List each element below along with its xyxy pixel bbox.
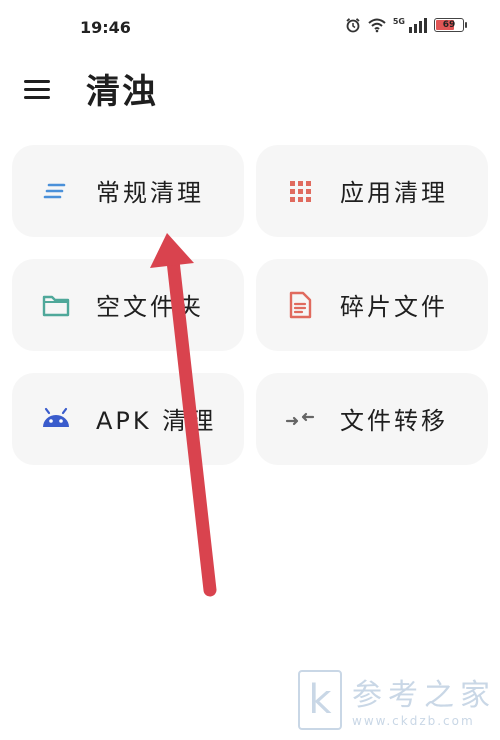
apk-clean-card[interactable]: APK 清理 xyxy=(12,373,244,465)
watermark-url: www.ckdzb.com xyxy=(352,714,475,728)
empty-folder-card[interactable]: 空文件夹 xyxy=(12,259,244,351)
wifi-icon xyxy=(368,18,386,33)
android-icon xyxy=(43,407,69,427)
watermark-logo: k xyxy=(298,670,342,730)
file-transfer-label: 文件转移 xyxy=(340,407,448,435)
fragment-files-card[interactable]: 碎片文件 xyxy=(256,259,488,351)
feature-grid: 常规清理 应用清理 空文件夹 碎片文件 APK 清理 文件转移 xyxy=(12,145,488,465)
file-transfer-card[interactable]: 文件转移 xyxy=(256,373,488,465)
watermark-text: 参考之家 xyxy=(352,678,496,713)
watermark: k 参考之家 www.ckdzb.com xyxy=(298,668,498,736)
network-label: 5G xyxy=(392,17,405,26)
alarm-icon xyxy=(346,18,360,33)
status-icons: 5G 69 xyxy=(345,17,467,33)
signal-icon xyxy=(409,18,427,33)
fragment-files-label: 碎片文件 xyxy=(340,293,448,321)
page-title: 清浊 xyxy=(86,72,158,112)
status-bar: 19:46 5G 69 xyxy=(0,0,500,58)
status-time: 19:46 xyxy=(80,18,131,37)
hamburger-menu-icon[interactable] xyxy=(24,78,52,100)
empty-folder-label: 空文件夹 xyxy=(96,293,204,321)
battery-icon: 69 xyxy=(434,18,467,32)
transfer-icon xyxy=(285,412,315,426)
document-icon xyxy=(289,291,312,319)
lines-icon xyxy=(43,183,66,199)
app-clean-card[interactable]: 应用清理 xyxy=(256,145,488,237)
folder-icon xyxy=(42,295,70,317)
app-clean-label: 应用清理 xyxy=(340,179,448,207)
app-header: 清浊 xyxy=(0,58,500,118)
regular-clean-label: 常规清理 xyxy=(96,179,204,207)
apk-clean-label: APK 清理 xyxy=(96,407,217,435)
battery-level: 69 xyxy=(442,20,456,30)
grid-icon xyxy=(290,181,311,202)
regular-clean-card[interactable]: 常规清理 xyxy=(12,145,244,237)
